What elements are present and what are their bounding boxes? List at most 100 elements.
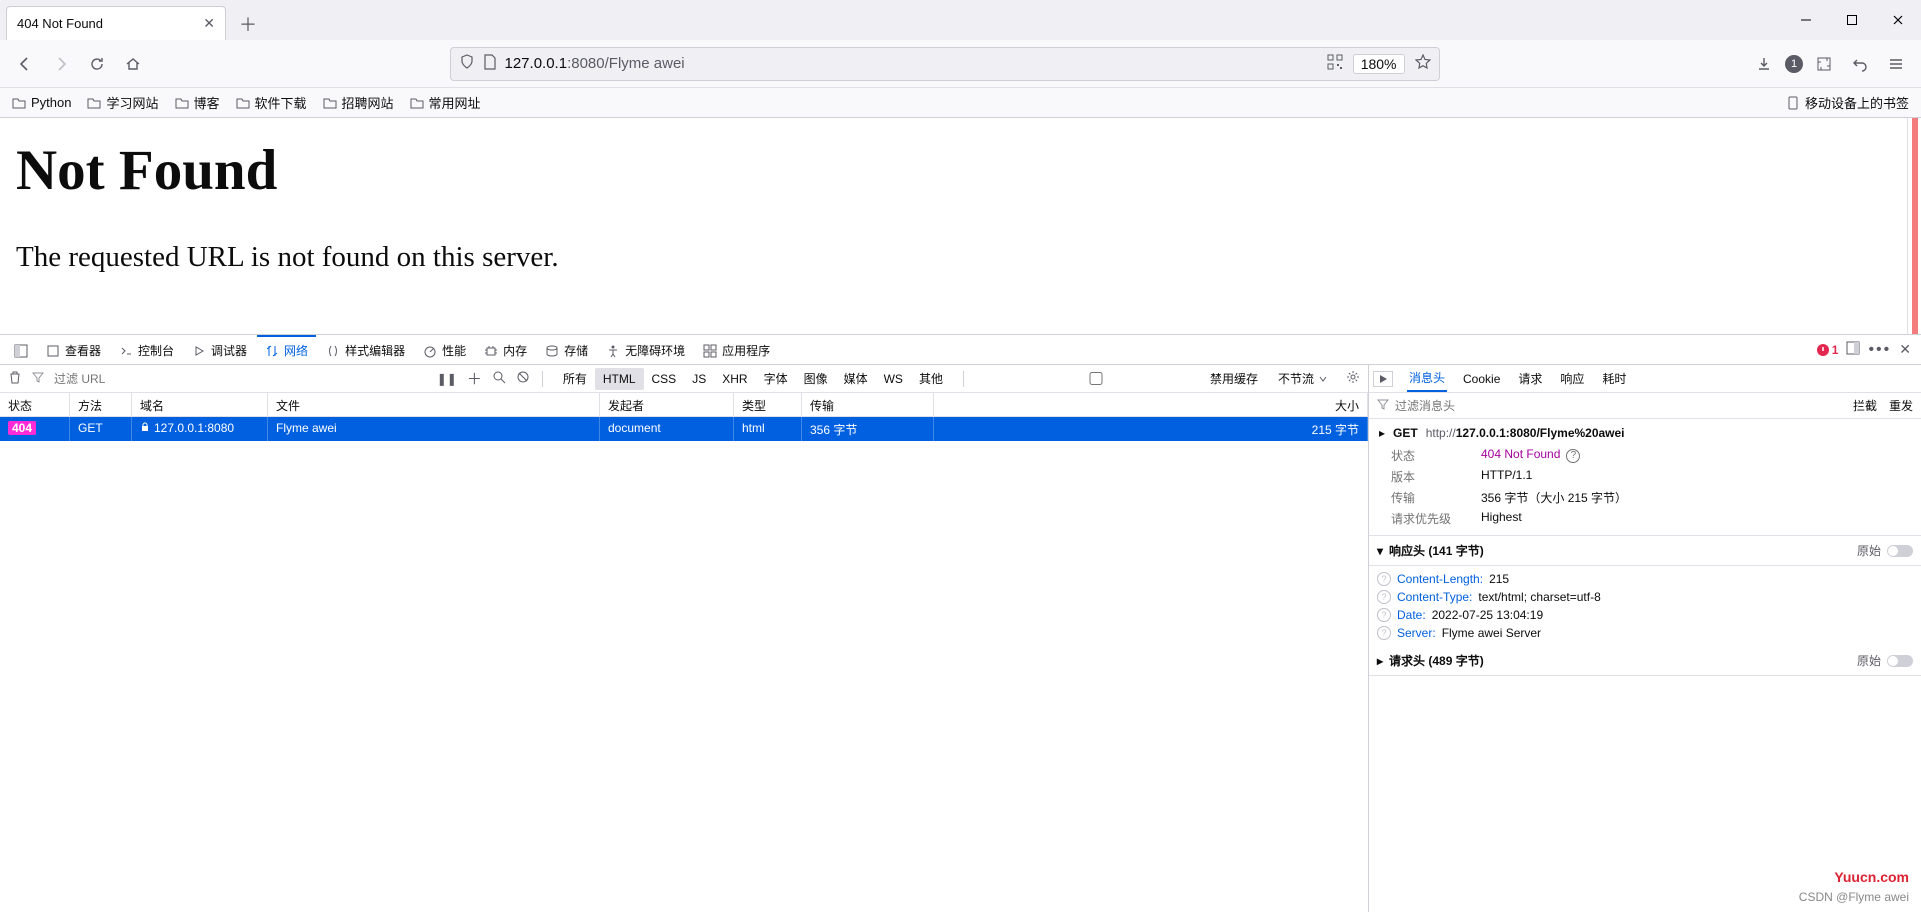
minimize-button[interactable] (1783, 4, 1829, 36)
window-controls (1783, 0, 1921, 40)
col-domain[interactable]: 域名 (132, 393, 268, 416)
tracker-badge[interactable]: 1 (1785, 55, 1803, 73)
filter-xhr[interactable]: XHR (714, 368, 755, 390)
filter-all[interactable]: 所有 (555, 366, 595, 391)
table-row[interactable]: 404 GET 127.0.0.1:8080 Flyme awei docume… (0, 417, 1368, 441)
tab-headers[interactable]: 消息头 (1407, 365, 1447, 392)
tab-response[interactable]: 响应 (1558, 366, 1586, 391)
qr-icon[interactable] (1327, 54, 1343, 73)
tab-accessibility[interactable]: 无障碍环境 (598, 335, 693, 364)
filter-fonts[interactable]: 字体 (756, 366, 796, 391)
col-method[interactable]: 方法 (70, 393, 132, 416)
tab-inspector[interactable]: 查看器 (38, 335, 109, 364)
tab-request[interactable]: 请求 (1516, 366, 1544, 391)
back-button[interactable] (10, 49, 40, 79)
close-icon[interactable]: ✕ (203, 15, 215, 32)
help-icon[interactable]: ? (1377, 572, 1391, 586)
response-headers-section[interactable]: ▾ 响应头 (141 字节) 原始 (1369, 536, 1921, 566)
tab-performance[interactable]: 性能 (415, 335, 474, 364)
tab-debugger[interactable]: 调试器 (184, 335, 255, 364)
col-initiator[interactable]: 发起者 (600, 393, 734, 416)
maximize-button[interactable] (1829, 4, 1875, 36)
disable-cache-checkbox[interactable]: 禁用缓存 (986, 370, 1258, 387)
page-scrollbar[interactable] (1907, 118, 1921, 334)
col-status[interactable]: 状态 (0, 393, 70, 416)
col-file[interactable]: 文件 (268, 393, 600, 416)
nav-toolbar: 127.0.0.1:8080/Flyme awei 180% 1 (0, 40, 1921, 88)
help-icon[interactable]: ? (1377, 608, 1391, 622)
funnel-icon (32, 371, 44, 386)
downloads-button[interactable] (1749, 49, 1779, 79)
browser-tab[interactable]: 404 Not Found ✕ (6, 6, 226, 40)
close-window-button[interactable] (1875, 4, 1921, 36)
gear-icon[interactable] (1346, 370, 1360, 387)
bookmark-folder[interactable]: 学习网站 (87, 93, 158, 112)
devtools-toggle-icon[interactable] (6, 335, 36, 364)
cell-domain: 127.0.0.1:8080 (132, 417, 268, 441)
raw-toggle[interactable]: 原始 (1857, 652, 1913, 669)
filter-css[interactable]: CSS (644, 368, 685, 390)
zoom-level[interactable]: 180% (1353, 54, 1405, 74)
forward-button[interactable] (46, 49, 76, 79)
col-type[interactable]: 类型 (734, 393, 802, 416)
tab-memory[interactable]: 内存 (476, 335, 535, 364)
throttle-select[interactable]: 不节流 (1278, 370, 1328, 387)
filter-ws[interactable]: WS (876, 368, 911, 390)
devtools-tabstrip: 查看器 控制台 调试器 网络 样式编辑器 性能 内存 存储 无障碍环境 应用程序… (0, 335, 1921, 365)
url-bar[interactable]: 127.0.0.1:8080/Flyme awei 180% (450, 47, 1440, 81)
cell-file: Flyme awei (268, 417, 600, 441)
help-icon[interactable]: ? (1377, 626, 1391, 640)
new-tab-button[interactable]: ＋ (232, 8, 264, 40)
funnel-icon (1377, 398, 1389, 413)
request-headers-section[interactable]: ▸ 请求头 (489 字节) 原始 (1369, 646, 1921, 676)
chevron-down-icon: ▾ (1377, 544, 1383, 558)
col-size[interactable]: 大小 (934, 393, 1368, 416)
tab-cookies[interactable]: Cookie (1461, 368, 1502, 390)
clear-icon[interactable] (8, 370, 22, 387)
filter-images[interactable]: 图像 (796, 366, 836, 391)
tab-console[interactable]: 控制台 (111, 335, 182, 364)
kebab-menu-icon[interactable]: ••• (1868, 341, 1891, 359)
resend-button[interactable]: 重发 (1889, 397, 1913, 414)
bookmark-folder[interactable]: 软件下载 (236, 93, 307, 112)
bookmark-star-icon[interactable] (1415, 54, 1431, 73)
home-button[interactable] (118, 49, 148, 79)
error-count-badge[interactable]: 1 (1817, 343, 1839, 357)
mobile-bookmarks[interactable]: 移动设备上的书签 (1786, 93, 1909, 112)
intercept-button[interactable]: 拦截 (1853, 397, 1877, 414)
app-menu-button[interactable] (1881, 49, 1911, 79)
devtools-close-icon[interactable]: ✕ (1899, 341, 1911, 358)
filter-media[interactable]: 媒体 (836, 366, 876, 391)
screenshot-button[interactable] (1809, 49, 1839, 79)
filter-html[interactable]: HTML (595, 368, 644, 390)
search-icon[interactable] (492, 370, 506, 387)
reload-button[interactable] (82, 49, 112, 79)
tab-application[interactable]: 应用程序 (695, 335, 778, 364)
filter-other[interactable]: 其他 (911, 366, 951, 391)
dock-side-icon[interactable] (1846, 341, 1860, 358)
filter-js[interactable]: JS (684, 368, 714, 390)
play-icon[interactable] (1373, 371, 1393, 387)
label-transfer: 传输 (1391, 489, 1481, 506)
bookmark-folder[interactable]: 常用网址 (410, 93, 481, 112)
bookmark-folder[interactable]: 博客 (175, 93, 220, 112)
bookmark-folder[interactable]: 招聘网站 (323, 93, 394, 112)
undo-icon[interactable] (1845, 49, 1875, 79)
tab-network[interactable]: 网络 (257, 335, 316, 364)
raw-toggle[interactable]: 原始 (1857, 542, 1913, 559)
tab-storage[interactable]: 存储 (537, 335, 596, 364)
toggle-icon (1887, 545, 1913, 557)
help-icon[interactable]: ? (1377, 590, 1391, 604)
pause-icon[interactable]: ❚❚ (437, 372, 457, 386)
col-transfer[interactable]: 传输 (802, 393, 934, 416)
chevron-right-icon[interactable]: ▸ (1379, 426, 1385, 440)
tab-timing[interactable]: 耗时 (1600, 366, 1628, 391)
filter-url-input[interactable] (54, 372, 274, 386)
bookmark-folder[interactable]: Python (12, 95, 71, 110)
url-text: 127.0.0.1:8080/Flyme awei (505, 55, 1319, 72)
tab-style-editor[interactable]: 样式编辑器 (318, 335, 413, 364)
help-icon[interactable]: ? (1566, 449, 1580, 463)
block-icon[interactable] (516, 370, 530, 387)
filter-headers-input[interactable] (1395, 399, 1847, 413)
plus-icon[interactable]: ＋ (467, 368, 482, 389)
